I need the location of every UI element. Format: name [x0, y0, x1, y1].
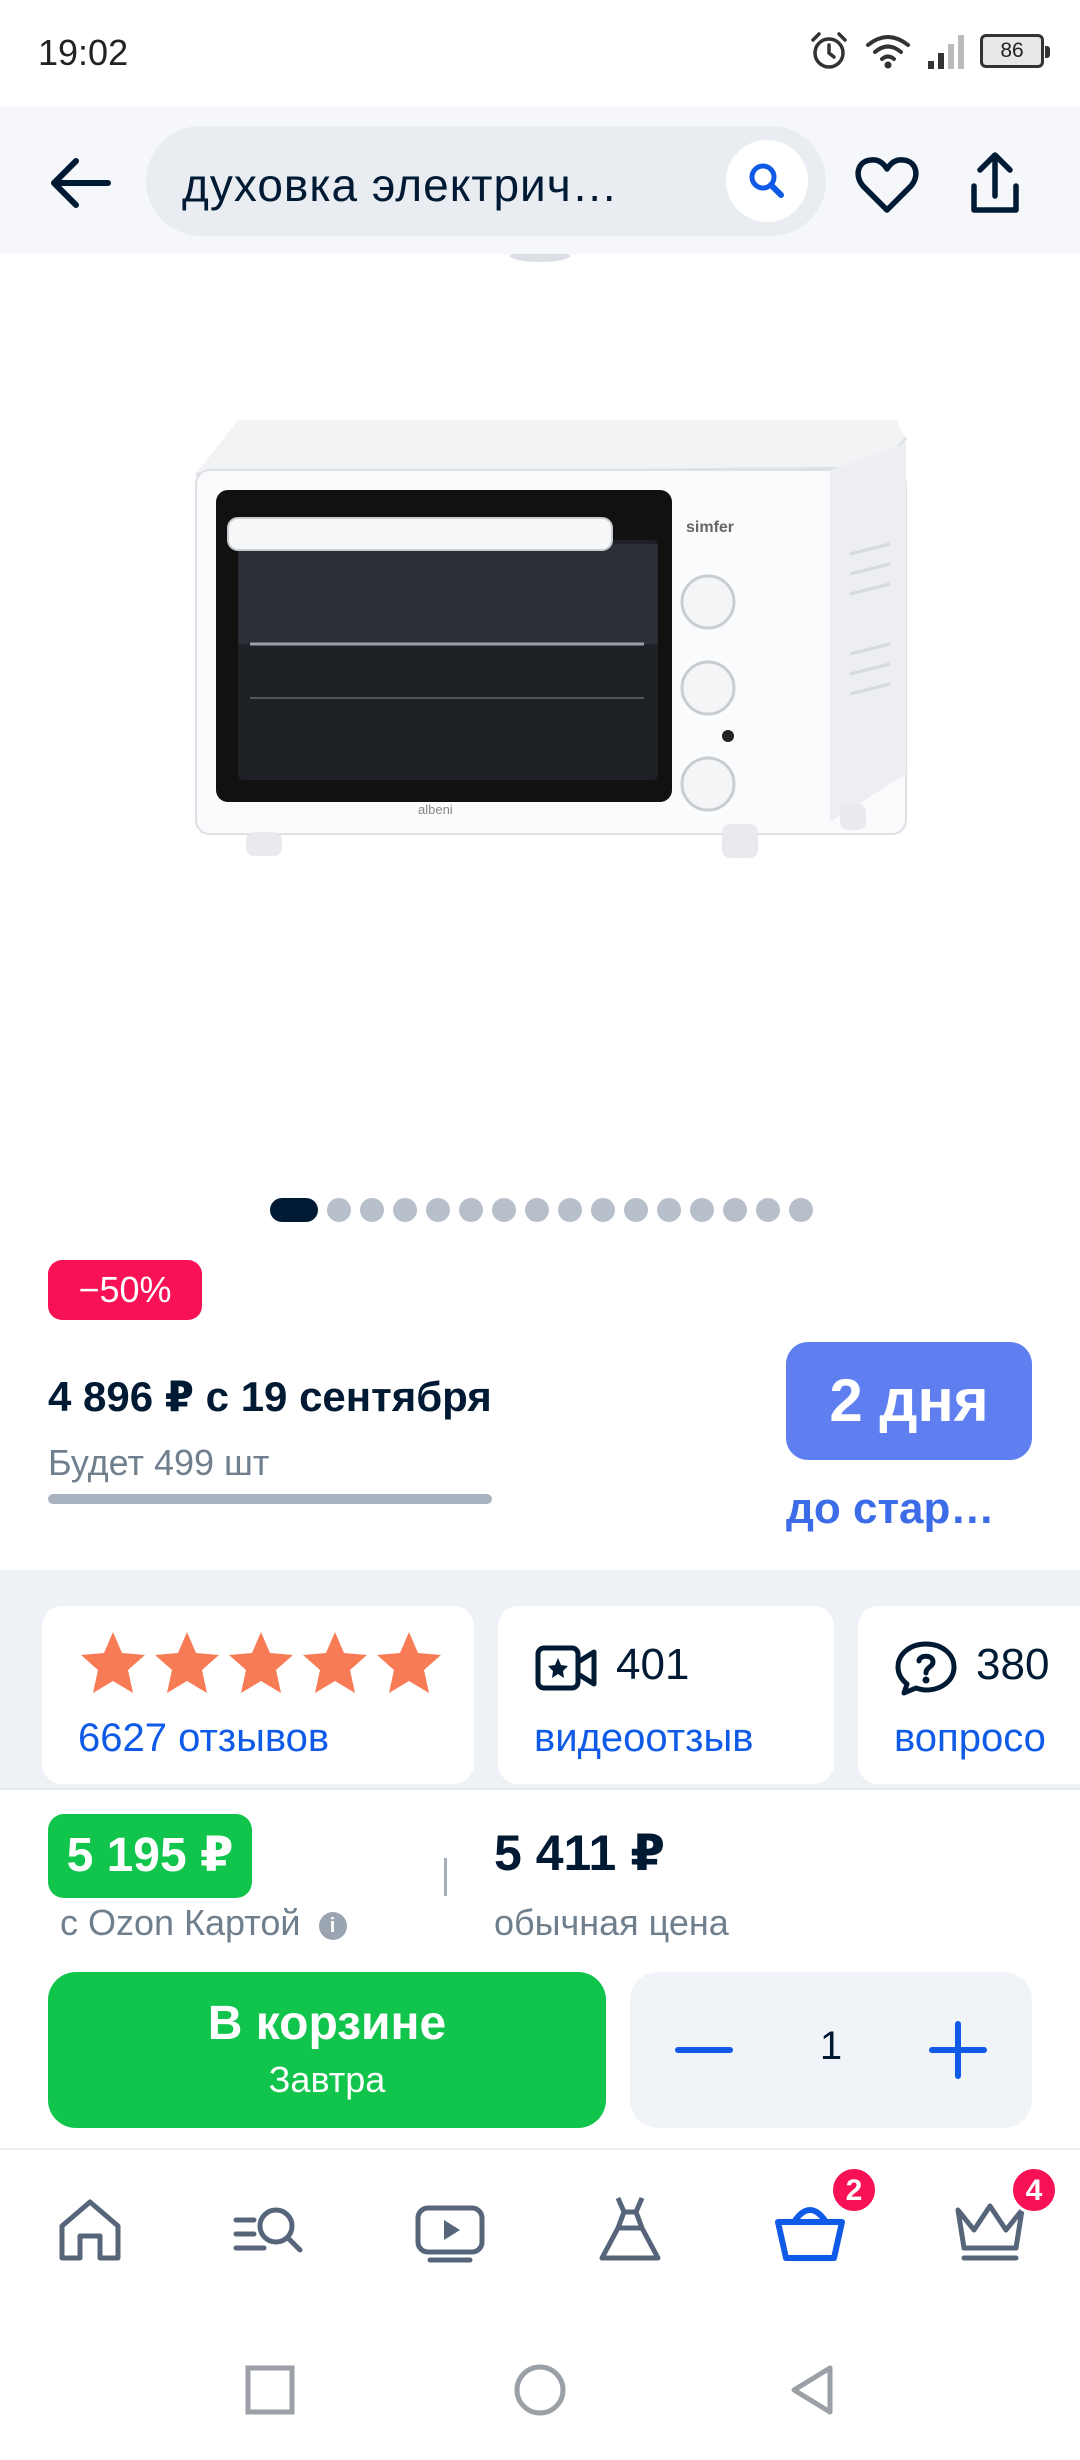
rating-stars: [78, 1628, 444, 1698]
heart-icon: [855, 157, 919, 213]
nav-home[interactable]: [50, 2190, 130, 2270]
status-time: 19:02: [38, 32, 129, 73]
in-cart-button[interactable]: В корзине Завтра: [48, 1972, 606, 2128]
questions-card[interactable]: 380 вопросо: [858, 1606, 1080, 1784]
search-button[interactable]: [726, 140, 808, 222]
favorite-button[interactable]: [852, 150, 922, 220]
nav-catalog[interactable]: [228, 2190, 308, 2270]
search-icon: [749, 163, 784, 198]
bottom-navigation: 2 4: [0, 2148, 1080, 2318]
product-image[interactable]: simfer albeni: [0, 250, 1080, 1174]
discount-badge: −50%: [48, 1260, 202, 1320]
nav-premium[interactable]: 4: [950, 2166, 1058, 2270]
days-badge[interactable]: 2 дня: [786, 1342, 1032, 1460]
gallery-dot[interactable]: [525, 1198, 549, 1222]
gallery-dot[interactable]: [459, 1198, 483, 1222]
reviews-link[interactable]: 6627 отзывов: [78, 1716, 329, 1761]
wifi-icon: [866, 35, 910, 69]
purchase-panel: 5 195 ₽ с Ozon Картой i 5 411 ₽ обычная ц…: [0, 1788, 1080, 2148]
recents-icon[interactable]: [242, 2362, 298, 2418]
video-reviews-card[interactable]: 401 видеоотзыв: [498, 1606, 834, 1784]
gallery-dot-active[interactable]: [270, 1198, 318, 1222]
share-button[interactable]: [960, 146, 1030, 220]
status-icons: 86: [808, 30, 1050, 72]
nav-video[interactable]: [410, 2190, 490, 2270]
stock-note: Будет 499 шт: [48, 1442, 270, 1483]
status-bar: 19:02 86: [0, 0, 1080, 106]
gallery-dot[interactable]: [690, 1198, 714, 1222]
star-icon: [303, 1632, 367, 1693]
question-count: 380: [976, 1640, 1050, 1689]
back-button[interactable]: [44, 146, 118, 220]
price-divider: [444, 1858, 447, 1896]
gallery-dot[interactable]: [558, 1198, 582, 1222]
video-review-count: 401: [616, 1640, 690, 1689]
home-icon: [59, 2199, 121, 2261]
video-icon: [415, 2205, 485, 2263]
info-cards: 6627 отзывов 401 видеоотзыв 380 вопросо: [0, 1570, 1080, 1790]
signal-icon: [928, 35, 964, 69]
nav-fashion[interactable]: [590, 2190, 670, 2270]
video-reviews-link[interactable]: видеоотзыв: [534, 1716, 753, 1761]
alarm-icon: [811, 32, 847, 69]
gallery-dot[interactable]: [360, 1198, 384, 1222]
ozon-card-price: 5 195 ₽: [48, 1814, 252, 1898]
svg-text:albeni: albeni: [418, 802, 453, 817]
search-field[interactable]: духовка электрич…: [146, 126, 826, 236]
svg-text:simfer: simfer: [686, 519, 734, 536]
plus-icon: [929, 2021, 987, 2079]
gallery-dot[interactable]: [591, 1198, 615, 1222]
ozon-card-label: с Ozon Картой i: [60, 1902, 347, 1944]
star-icon: [377, 1632, 441, 1693]
reviews-card[interactable]: 6627 отзывов: [42, 1606, 474, 1784]
gallery-dot[interactable]: [327, 1198, 351, 1222]
gallery-pagination[interactable]: [270, 1198, 813, 1222]
info-icon[interactable]: i: [318, 1912, 347, 1940]
video-review-icon: [535, 1645, 597, 1691]
share-icon: [971, 152, 1019, 213]
battery-indicator: 86: [980, 34, 1050, 68]
questions-link[interactable]: вопросо: [894, 1716, 1046, 1761]
star-icon: [229, 1632, 293, 1693]
quantity-stepper: 1: [630, 1972, 1032, 2128]
nav-cart[interactable]: 2: [770, 2166, 878, 2270]
stock-progress-bar: [48, 1494, 492, 1504]
system-navigation: [0, 2318, 1080, 2460]
star-icon: [155, 1632, 219, 1693]
in-cart-label: В корзине: [207, 1997, 447, 2050]
regular-price: 5 411 ₽: [494, 1825, 666, 1881]
gallery-dot[interactable]: [492, 1198, 516, 1222]
search-query[interactable]: духовка электрич…: [182, 158, 619, 212]
catalog-search-icon: [233, 2207, 303, 2253]
gallery-dot[interactable]: [426, 1198, 450, 1222]
star-icon: [81, 1632, 145, 1693]
future-price: 4 896 ₽ с 19 сентября: [48, 1373, 492, 1420]
days-subtitle[interactable]: до стар…: [786, 1484, 994, 1534]
fashion-icon: [599, 2197, 661, 2261]
cart-badge: 2: [830, 2166, 878, 2214]
gallery-dot[interactable]: [657, 1198, 681, 1222]
back-system-icon[interactable]: [784, 2362, 840, 2418]
gallery-dot[interactable]: [756, 1198, 780, 1222]
back-arrow-icon: [51, 158, 111, 208]
increase-quantity-button[interactable]: [928, 2020, 988, 2080]
ozon-card-label-text: с Ozon Картой: [60, 1902, 301, 1943]
regular-price-label: обычная цена: [494, 1902, 729, 1943]
gallery-dot[interactable]: [723, 1198, 747, 1222]
top-bar: духовка электрич…: [0, 106, 1080, 254]
gallery-dot[interactable]: [393, 1198, 417, 1222]
question-bubble-icon: [895, 1641, 957, 1696]
stock-progress-fill: [48, 1494, 492, 1504]
home-system-icon[interactable]: [512, 2362, 568, 2418]
gallery-dot[interactable]: [789, 1198, 813, 1222]
gallery-dot[interactable]: [624, 1198, 648, 1222]
oven-illustration: simfer albeni: [195, 250, 908, 858]
delivery-label: Завтра: [268, 2059, 386, 2100]
premium-badge: 4: [1010, 2166, 1058, 2214]
